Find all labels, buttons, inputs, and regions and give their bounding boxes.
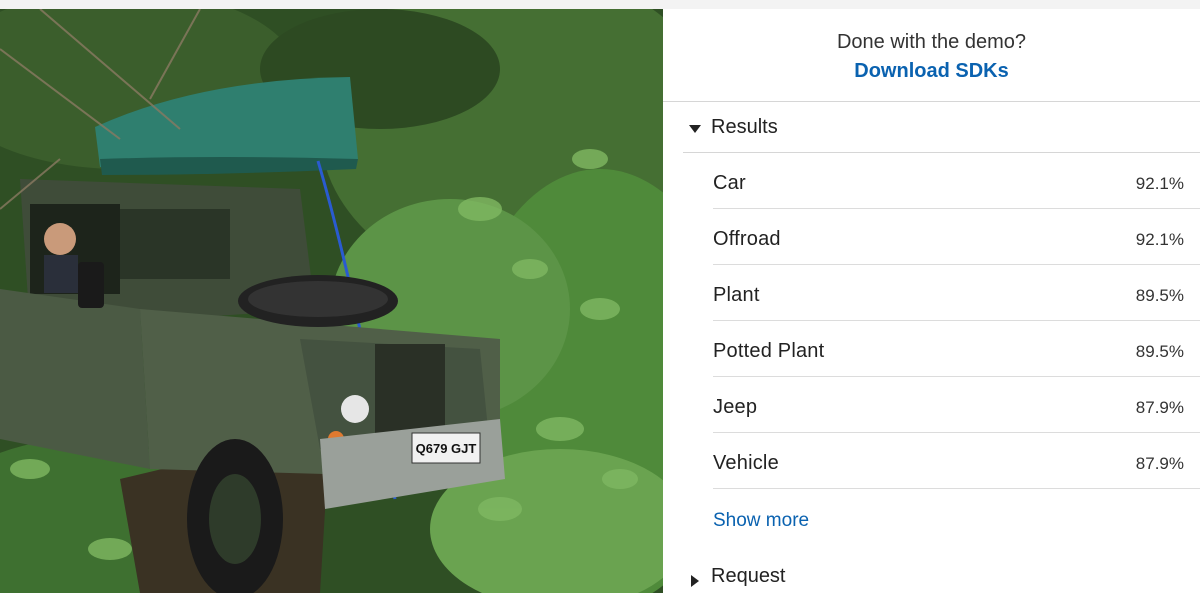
result-label: Plant bbox=[713, 284, 760, 306]
request-section-toggle[interactable]: Request bbox=[683, 555, 1200, 593]
result-label: Offroad bbox=[713, 228, 781, 250]
result-row: Potted Plant 89.5% bbox=[713, 321, 1200, 377]
result-confidence: 89.5% bbox=[1135, 342, 1184, 361]
top-strip bbox=[0, 0, 1200, 9]
caret-right-icon bbox=[691, 575, 699, 587]
caret-down-icon bbox=[689, 125, 701, 133]
result-confidence: 92.1% bbox=[1135, 230, 1184, 249]
result-row: Vehicle 87.9% bbox=[713, 433, 1200, 489]
result-confidence: 87.9% bbox=[1135, 454, 1184, 473]
results-list: Car 92.1% Offroad 92.1% Plant 89.5% Pott… bbox=[713, 153, 1200, 489]
analyzed-photo: Q679 GJT bbox=[0, 9, 663, 593]
result-label: Jeep bbox=[713, 396, 758, 418]
request-title: Request bbox=[711, 565, 786, 587]
result-confidence: 89.5% bbox=[1135, 286, 1184, 305]
results-title: Results bbox=[711, 116, 778, 138]
license-plate-text: Q679 GJT bbox=[416, 441, 477, 456]
results-section-toggle[interactable]: Results bbox=[683, 102, 1200, 153]
demo-cta: Done with the demo? Download SDKs bbox=[663, 9, 1200, 102]
show-more-link[interactable]: Show more bbox=[713, 509, 809, 533]
result-confidence: 87.9% bbox=[1135, 398, 1184, 417]
result-label: Potted Plant bbox=[713, 340, 825, 362]
photo-illustration: Q679 GJT bbox=[0, 9, 663, 593]
result-label: Vehicle bbox=[713, 452, 779, 474]
result-label: Car bbox=[713, 172, 746, 194]
result-row: Offroad 92.1% bbox=[713, 209, 1200, 265]
download-sdks-link[interactable]: Download SDKs bbox=[854, 59, 1008, 83]
results-panel: Done with the demo? Download SDKs Result… bbox=[663, 9, 1200, 593]
result-confidence: 92.1% bbox=[1135, 174, 1184, 193]
result-row: Jeep 87.9% bbox=[713, 377, 1200, 433]
app-screen: Q679 GJT Done with the demo? Download SD… bbox=[0, 0, 1200, 593]
cta-question: Done with the demo? bbox=[836, 31, 1026, 53]
result-row: Car 92.1% bbox=[713, 153, 1200, 209]
result-row: Plant 89.5% bbox=[713, 265, 1200, 321]
